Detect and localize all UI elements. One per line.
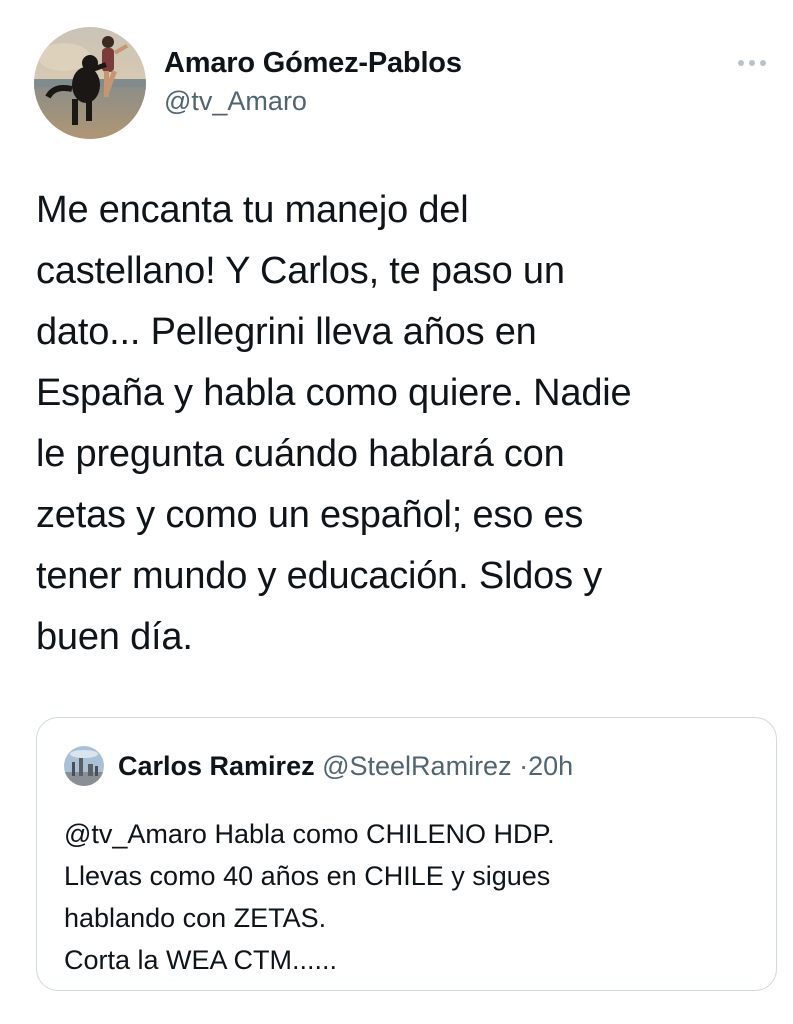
avatar-beach-dog-photo-icon — [34, 27, 146, 139]
author-handle[interactable]: @tv_Amaro — [164, 83, 462, 119]
quoted-author-handle[interactable]: @SteelRamirez — [322, 751, 511, 781]
quoted-author-avatar[interactable] — [64, 746, 104, 786]
tweet-header: Amaro Gómez-Pablos @tv_Amaro — [34, 27, 774, 139]
author-avatar[interactable] — [34, 27, 146, 139]
separator-dot: · — [519, 751, 529, 781]
quoted-tweet-time[interactable]: 20h — [528, 751, 573, 781]
quoted-author-display-name[interactable]: Carlos Ramirez — [118, 751, 315, 781]
more-options-icon[interactable] — [734, 53, 770, 73]
quoted-tweet-card[interactable]: Carlos Ramirez @SteelRamirez ·20h @tv_Am… — [36, 717, 777, 991]
quoted-tweet-text: @tv_Amaro Habla como CHILENO HDP. Llevas… — [64, 819, 555, 975]
avatar-city-photo-icon — [64, 746, 104, 786]
author-display-name[interactable]: Amaro Gómez-Pablos — [164, 45, 462, 81]
quoted-tweet-header: Carlos Ramirez @SteelRamirez ·20h — [118, 748, 573, 784]
tweet-body-text: Me encanta tu manejo del castellano! Y C… — [36, 189, 632, 658]
author-names: Amaro Gómez-Pablos @tv_Amaro — [164, 45, 462, 119]
